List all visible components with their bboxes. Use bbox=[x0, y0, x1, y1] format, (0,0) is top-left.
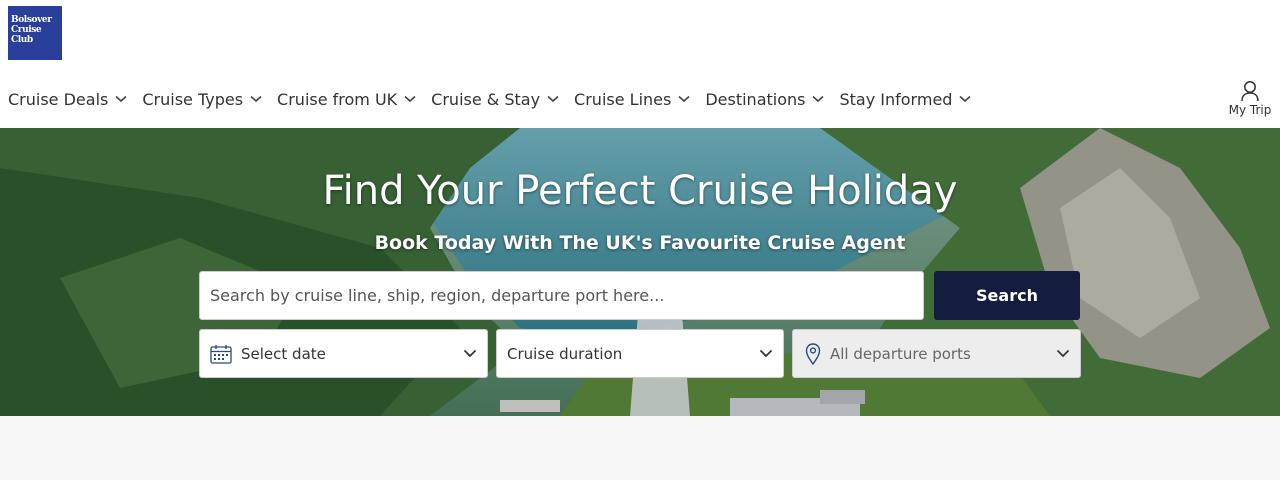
nav-label: Destinations bbox=[705, 89, 806, 109]
chevron-down-icon bbox=[959, 95, 971, 103]
nav-label: Cruise Lines bbox=[574, 89, 672, 109]
search-button[interactable]: Search bbox=[934, 271, 1080, 320]
my-trip-link[interactable]: My Trip bbox=[1228, 80, 1272, 117]
duration-select-label: Cruise duration bbox=[507, 344, 623, 363]
nav-stay-informed[interactable]: Stay Informed bbox=[839, 90, 971, 109]
location-pin-icon bbox=[805, 342, 821, 365]
date-select[interactable]: Select date bbox=[199, 329, 488, 378]
chevron-down-icon bbox=[404, 95, 416, 103]
hero-title: Find Your Perfect Cruise Holiday bbox=[322, 168, 958, 214]
departure-ports-select[interactable]: All departure ports bbox=[792, 329, 1081, 378]
chevron-down-icon bbox=[812, 95, 825, 103]
user-icon bbox=[1241, 81, 1259, 102]
nav-label: Cruise Deals bbox=[8, 89, 109, 109]
calendar-icon bbox=[210, 344, 232, 364]
search-input[interactable] bbox=[199, 271, 924, 320]
chevron-down-icon bbox=[547, 95, 559, 103]
main-nav: Cruise Deals Cruise Types Cruise from UK… bbox=[8, 86, 986, 112]
nav-destinations[interactable]: Destinations bbox=[705, 89, 825, 109]
nav-cruise-deals[interactable]: Cruise Deals bbox=[8, 90, 127, 109]
nav-cruise-types[interactable]: Cruise Types bbox=[142, 90, 262, 109]
hero-subtitle: Book Today With The UK's Favourite Cruis… bbox=[374, 232, 906, 254]
site-header: Bolsover Cruise Club Cruise Deals Cruise… bbox=[0, 0, 1280, 128]
nav-cruise-and-stay[interactable]: Cruise & Stay bbox=[431, 90, 559, 109]
nav-label: Stay Informed bbox=[839, 89, 953, 109]
nav-cruise-from-uk[interactable]: Cruise from UK bbox=[277, 90, 416, 109]
content-area bbox=[0, 416, 1280, 480]
chevron-down-icon bbox=[463, 349, 477, 358]
nav-label: Cruise Types bbox=[142, 89, 244, 109]
chevron-down-icon bbox=[250, 95, 262, 103]
hero-banner: Find Your Perfect Cruise Holiday Book To… bbox=[0, 128, 1280, 416]
nav-label: Cruise & Stay bbox=[431, 89, 541, 109]
chevron-down-icon bbox=[759, 349, 773, 358]
logo[interactable]: Bolsover Cruise Club bbox=[8, 6, 62, 60]
logo-line-2: Cruise bbox=[11, 25, 42, 35]
nav-cruise-lines[interactable]: Cruise Lines bbox=[574, 90, 690, 109]
date-select-label: Select date bbox=[241, 344, 326, 363]
chevron-down-icon bbox=[678, 95, 690, 103]
logo-line-3: Club bbox=[11, 35, 33, 45]
duration-select[interactable]: Cruise duration bbox=[496, 329, 784, 378]
logo-line-1: Bolsover bbox=[11, 15, 52, 25]
departure-ports-label: All departure ports bbox=[830, 344, 971, 363]
my-trip-label: My Trip bbox=[1228, 103, 1272, 117]
chevron-down-icon bbox=[1056, 349, 1070, 358]
chevron-down-icon bbox=[115, 95, 127, 103]
nav-label: Cruise from UK bbox=[277, 89, 398, 109]
